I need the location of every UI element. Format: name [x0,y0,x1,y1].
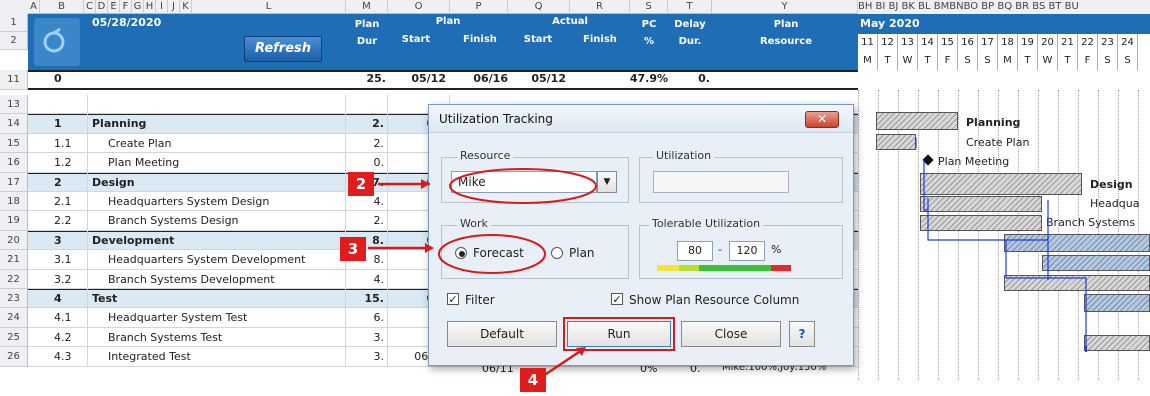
callout-4: 4 [520,368,546,392]
callout-2: 2 [348,172,374,196]
annotation-overlay [368,168,597,380]
callout-3: 3 [340,237,366,261]
